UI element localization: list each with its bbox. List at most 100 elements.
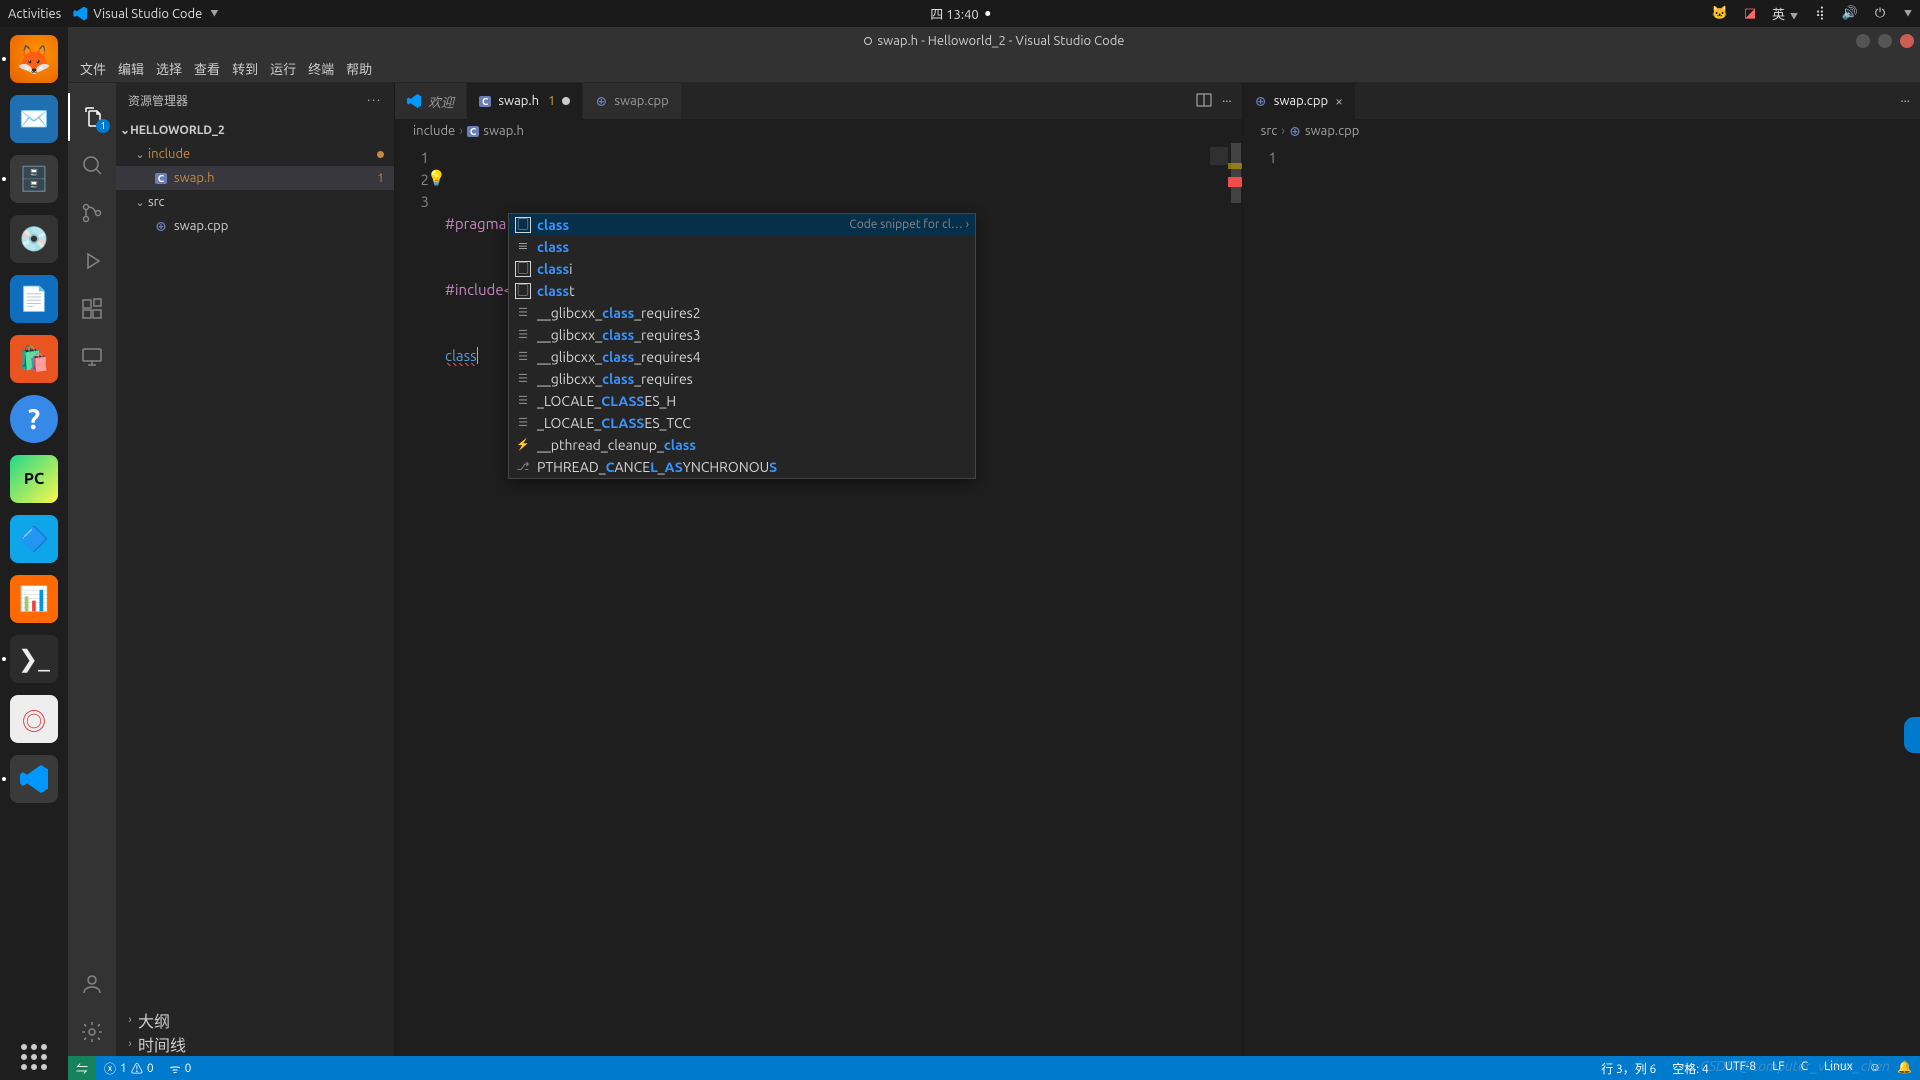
suggest-item[interactable]: ⚡__pthread_cleanup_class: [509, 434, 975, 456]
suggest-item[interactable]: ▢classCode snippet for cl… ›: [509, 214, 975, 236]
show-applications[interactable]: [21, 1044, 47, 1070]
dock-libreoffice-writer[interactable]: 📄: [10, 275, 58, 323]
app-menu[interactable]: Visual Studio Code ▼: [73, 7, 218, 21]
suggest-item[interactable]: ☰__glibcxx_class_requires2: [509, 302, 975, 324]
close-window-button[interactable]: [1900, 34, 1914, 48]
tree-root[interactable]: ⌄HELLOWORLD_2: [116, 118, 394, 142]
status-encoding[interactable]: UTF-8: [1717, 1060, 1764, 1073]
maximize-button[interactable]: [1878, 34, 1892, 48]
vscode-icon: [73, 7, 87, 21]
dock-software[interactable]: 🛍️: [10, 335, 58, 383]
suggest-item[interactable]: ☰__glibcxx_class_requires4: [509, 346, 975, 368]
dock-help[interactable]: ?: [10, 395, 58, 443]
status-feedback[interactable]: ☺: [1861, 1060, 1889, 1074]
suggest-item[interactable]: ☰__glibcxx_class_requires3: [509, 324, 975, 346]
breadcrumb[interactable]: src› ⊕ swap.cpp: [1243, 119, 1920, 143]
tree-folder-include[interactable]: ⌄include: [116, 142, 394, 166]
suggest-item[interactable]: ▢ classt: [509, 280, 975, 302]
activity-run-debug[interactable]: [68, 237, 116, 285]
dock-thunderbird[interactable]: ✉️: [10, 95, 58, 143]
split-editor-button[interactable]: [1196, 92, 1212, 111]
more-editor-actions[interactable]: ···: [1900, 94, 1910, 108]
status-language[interactable]: C: [1793, 1060, 1816, 1073]
suggest-item[interactable]: ☰_LOCALE_CLASSES_H: [509, 390, 975, 412]
menu-edit[interactable]: 编辑: [118, 59, 144, 78]
tab-swap-h[interactable]: C swap.h 1: [467, 83, 583, 119]
side-handle[interactable]: [1904, 717, 1920, 753]
code-editor[interactable]: 1: [1243, 143, 1920, 1056]
dock-wps[interactable]: 📊: [10, 575, 58, 623]
tab-welcome[interactable]: 欢迎: [395, 83, 467, 119]
dock-app[interactable]: 🔷: [10, 515, 58, 563]
status-indent[interactable]: 空格: 4: [1664, 1060, 1716, 1077]
input-method[interactable]: 英 ▼: [1772, 4, 1798, 23]
suggest-item[interactable]: ≡class: [509, 236, 975, 258]
dock-vscode[interactable]: [10, 755, 58, 803]
sidebar-more-actions[interactable]: ···: [367, 94, 382, 107]
suggest-label: classt: [537, 280, 575, 302]
tree-file[interactable]: C swap.h 1: [116, 166, 394, 190]
activities-button[interactable]: Activities: [8, 7, 61, 21]
suggest-item[interactable]: ⎇PTHREAD_CANCEL_ASYNCHRONOUS: [509, 456, 975, 478]
dock-rhythmbox[interactable]: 💿: [10, 215, 58, 263]
lightbulb-icon[interactable]: 💡: [427, 167, 446, 189]
dock-pycharm[interactable]: PC: [10, 455, 58, 503]
volume-icon[interactable]: 🔊: [1842, 6, 1858, 22]
breadcrumb[interactable]: include› C swap.h: [395, 119, 1242, 143]
overview-marker-warning: [1228, 163, 1242, 169]
tray-app-icon[interactable]: 🐱: [1712, 6, 1728, 22]
status-eol[interactable]: LF: [1764, 1060, 1792, 1073]
minimize-button[interactable]: [1856, 34, 1870, 48]
activity-remote[interactable]: [68, 333, 116, 381]
status-remote[interactable]: ⇋: [68, 1056, 96, 1080]
suggest-widget[interactable]: ▢classCode snippet for cl… ›≡class▢class…: [508, 213, 976, 479]
tray-app-icon[interactable]: ◪: [1742, 6, 1758, 22]
suggest-item[interactable]: ☰_LOCALE_CLASSES_TCC: [509, 412, 975, 434]
activity-search[interactable]: [68, 141, 116, 189]
menu-run[interactable]: 运行: [270, 59, 296, 78]
dock-firefox[interactable]: 🦊: [10, 35, 58, 83]
activity-extensions[interactable]: [68, 285, 116, 333]
menu-file[interactable]: 文件: [80, 59, 106, 78]
status-notifications[interactable]: 🔔: [1889, 1060, 1920, 1074]
power-icon[interactable]: ⏻: [1872, 6, 1888, 22]
code-editor[interactable]: 1 2 3 💡 #pragma once #include<iostream> …: [395, 143, 1242, 1056]
status-line-col[interactable]: 行 3，列 6: [1593, 1060, 1664, 1077]
status-ports[interactable]: ᯤ0: [162, 1056, 200, 1080]
activity-explorer[interactable]: 1: [68, 93, 116, 141]
menu-help[interactable]: 帮助: [346, 59, 372, 78]
dock-terminal[interactable]: ❯_: [10, 635, 58, 683]
dock-files[interactable]: 🗄️: [10, 155, 58, 203]
more-editor-actions[interactable]: ···: [1222, 94, 1232, 108]
close-tab-button[interactable]: ×: [1335, 93, 1343, 109]
suggest-label: __glibcxx_class_requires3: [537, 324, 701, 346]
tab-swap-cpp[interactable]: ⊕ swap.cpp ×: [1243, 83, 1356, 119]
tree-file[interactable]: ⊕ swap.cpp: [116, 214, 394, 238]
sidebar-panel-timeline[interactable]: ›时间线: [116, 1032, 394, 1056]
menu-view[interactable]: 查看: [194, 59, 220, 78]
minimap[interactable]: [1210, 147, 1228, 207]
menu-selection[interactable]: 选择: [156, 59, 182, 78]
activity-accounts[interactable]: [68, 960, 116, 1008]
status-problems[interactable]: ⓧ1 ⚠0: [96, 1056, 162, 1080]
suggest-item[interactable]: ☰__glibcxx_class_requires: [509, 368, 975, 390]
menu-terminal[interactable]: 终端: [308, 59, 334, 78]
vertical-scrollbar[interactable]: [1230, 143, 1242, 1056]
network-icon[interactable]: ⢾: [1812, 6, 1828, 22]
clock[interactable]: 四 13:40: [930, 4, 990, 23]
tree-folder-src[interactable]: ⌄src: [116, 190, 394, 214]
title-bar: swap.h - Helloworld_2 - Visual Studio Co…: [68, 27, 1920, 55]
suggest-item[interactable]: ▢classi: [509, 258, 975, 280]
dock-app[interactable]: ◎: [10, 695, 58, 743]
problem-count: 1: [548, 94, 555, 108]
status-os[interactable]: Linux: [1816, 1060, 1861, 1073]
suggest-kind-icon: ▢: [515, 261, 531, 277]
suggest-kind-icon: ▢: [515, 283, 531, 299]
activity-scm[interactable]: [68, 189, 116, 237]
activity-settings[interactable]: [68, 1008, 116, 1056]
sidebar-panel-outline[interactable]: ›大纲: [116, 1008, 394, 1032]
vertical-scrollbar[interactable]: [1908, 143, 1920, 1056]
scrollbar-thumb[interactable]: [1231, 143, 1241, 203]
tab-swap-cpp[interactable]: ⊕ swap.cpp: [583, 83, 681, 119]
menu-go[interactable]: 转到: [232, 59, 258, 78]
